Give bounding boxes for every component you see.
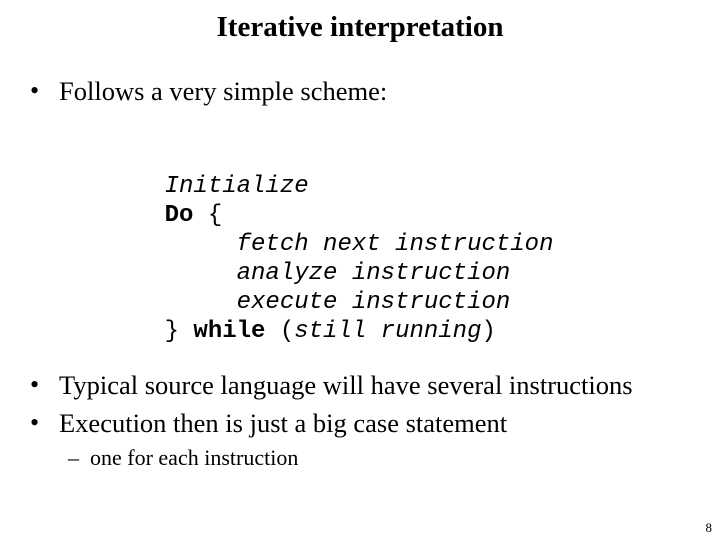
code-line: } while (still running) [107,296,496,368]
page-number: 8 [705,520,713,535]
bullet-icon: • [30,408,40,437]
bullet-text: Typical source language will have severa… [59,370,633,400]
code-condition: still running [294,318,482,345]
bullet-icon: • [30,76,40,105]
code-keyword: while [193,318,266,345]
code-text: } [164,318,194,345]
bullet-text: Execution then is just a big case statem… [59,408,508,438]
code-text: ( [265,318,295,345]
bullet-icon: • [30,370,40,399]
slide-title: Iterative interpretation [216,11,504,43]
dash-icon: – [68,445,79,470]
bullet-text: Follows a very simple scheme: [59,76,388,106]
sub-bullet-text: one for each instruction [90,445,299,470]
code-text: ) [481,318,496,345]
